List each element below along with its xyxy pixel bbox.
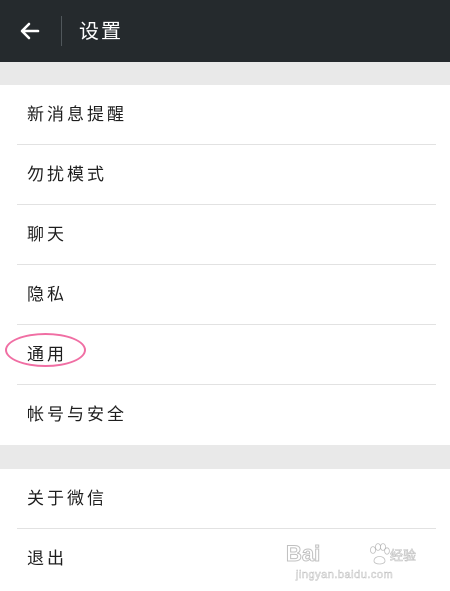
arrow-left-icon: [20, 22, 40, 40]
app-bar-divider: [61, 16, 62, 46]
settings-screen: 设置 新消息提醒 勿扰模式 聊天 隐私 通用 帐号与安全 关于微信 退出 Bai…: [0, 0, 450, 591]
settings-item-do-not-disturb[interactable]: 勿扰模式: [0, 145, 450, 205]
settings-group-secondary: 关于微信 退出: [0, 469, 450, 591]
app-bar: 设置: [0, 0, 450, 62]
section-spacer-middle: [0, 445, 450, 469]
settings-item-label: 帐号与安全: [27, 405, 127, 425]
settings-item-label: 退出: [27, 549, 67, 569]
settings-item-account-security[interactable]: 帐号与安全: [0, 385, 450, 445]
settings-item-label: 关于微信: [27, 489, 107, 509]
settings-item-about-wechat[interactable]: 关于微信: [0, 469, 450, 529]
settings-item-logout[interactable]: 退出: [0, 529, 450, 589]
settings-item-label: 隐私: [27, 285, 67, 305]
settings-item-privacy[interactable]: 隐私: [0, 265, 450, 325]
settings-item-general[interactable]: 通用: [0, 325, 450, 385]
page-title: 设置: [79, 19, 123, 43]
settings-item-label: 通用: [27, 345, 67, 365]
settings-item-new-message-alerts[interactable]: 新消息提醒: [0, 85, 450, 145]
back-button[interactable]: [8, 9, 52, 53]
settings-item-label: 新消息提醒: [27, 105, 127, 125]
settings-item-label: 勿扰模式: [27, 165, 107, 185]
section-spacer-top: [0, 62, 450, 85]
settings-item-chat[interactable]: 聊天: [0, 205, 450, 265]
settings-group-main: 新消息提醒 勿扰模式 聊天 隐私 通用 帐号与安全: [0, 85, 450, 445]
settings-item-label: 聊天: [27, 225, 67, 245]
